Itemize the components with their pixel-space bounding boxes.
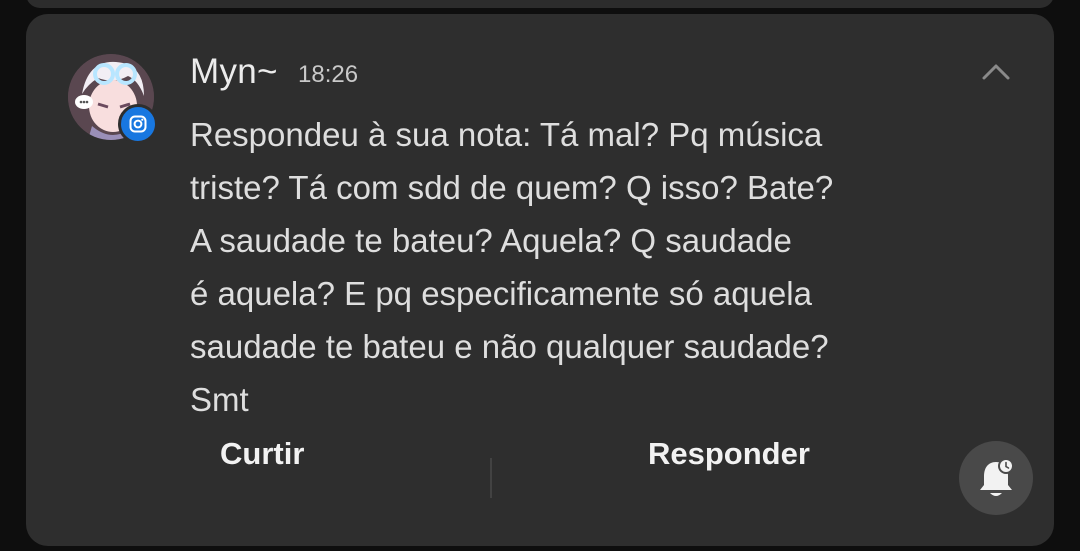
- instagram-icon: [118, 104, 158, 144]
- reply-button[interactable]: Responder: [648, 436, 810, 472]
- action-divider: [490, 458, 492, 498]
- previous-notification-card[interactable]: [26, 0, 1054, 8]
- like-button[interactable]: Curtir: [220, 436, 304, 472]
- bell-icon: [980, 458, 1014, 496]
- sender-name: Myn~: [190, 52, 278, 91]
- chevron-up-icon: [982, 64, 1010, 80]
- notification-card[interactable]: Myn~ 18:26 Respondeu à sua nota: Tá mal?…: [26, 14, 1054, 546]
- notification-message: Respondeu à sua nota: Tá mal? Pq música …: [190, 116, 834, 418]
- notification-bell-button[interactable]: [959, 441, 1033, 515]
- timestamp: 18:26: [298, 61, 359, 88]
- collapse-button[interactable]: [978, 54, 1014, 90]
